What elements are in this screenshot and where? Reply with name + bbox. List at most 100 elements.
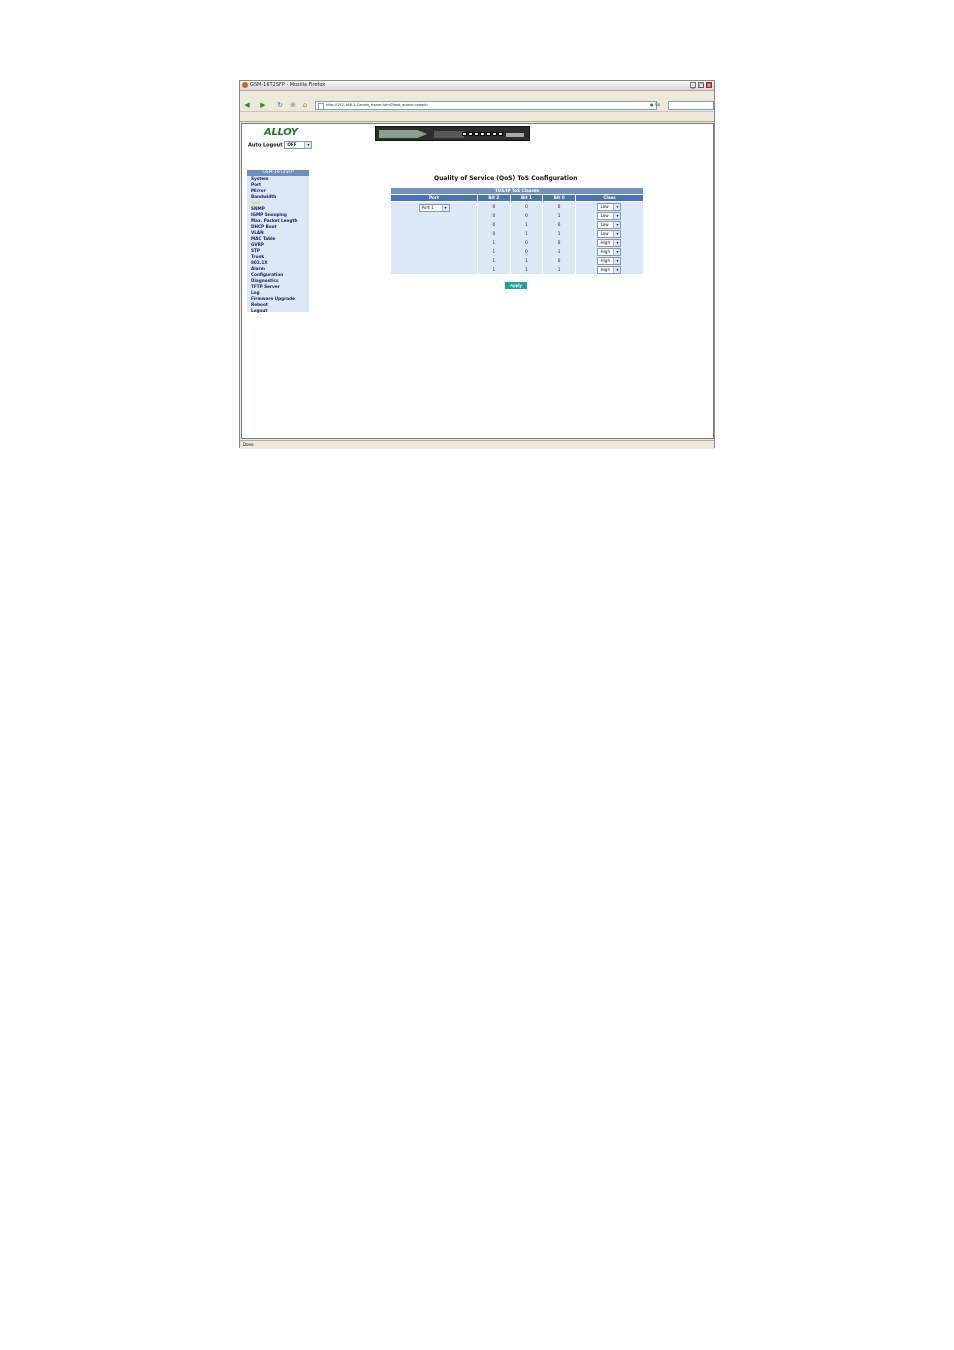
bit-cell: 0	[477, 201, 511, 211]
banner-port	[480, 132, 485, 136]
bit-cell: 1	[542, 229, 576, 238]
port-select-value: Port 1	[421, 205, 434, 210]
bit-cell: 0	[509, 211, 544, 220]
chevron-down-icon: ▾	[613, 213, 621, 219]
tos-table: TOS/IP ToS Classes Port Bit 2 Bit 1 Bit …	[390, 188, 645, 274]
chevron-down-icon: ▾	[613, 222, 621, 228]
chevron-down-icon: ▾	[613, 231, 621, 237]
reload-icon[interactable]: ↻	[276, 101, 284, 109]
class-select-value: High	[600, 249, 611, 254]
banner-port	[468, 132, 473, 136]
menu-bar: FileEditViewGoBookmarksToolsHelp	[240, 91, 714, 108]
search-input[interactable]	[668, 101, 714, 110]
col-bit0: Bit 0	[542, 194, 576, 202]
bit-cell: 0	[477, 229, 511, 238]
banner-port	[492, 132, 497, 136]
bit-cell: 1	[509, 220, 544, 229]
sidebar-item-logout[interactable]: Logout	[247, 308, 309, 314]
bit-cell: 1	[477, 238, 511, 247]
chevron-down-icon: ▾	[613, 249, 621, 255]
port-cell: Port 1 ▾	[390, 201, 478, 274]
class-select[interactable]: Low ▾	[597, 230, 622, 238]
url-text: http://192.168.1.1/main_frame.html?host_…	[326, 103, 428, 107]
class-cell: Low ▾	[574, 220, 645, 229]
chevron-down-icon: ▾	[613, 258, 621, 264]
bit-cell: 0	[542, 256, 576, 265]
close-button[interactable]: ×	[706, 82, 712, 89]
minimize-button[interactable]: _	[690, 82, 696, 89]
class-select-value: High	[600, 240, 611, 245]
class-select-value: Low	[600, 213, 609, 218]
class-cell: Low ▾	[574, 201, 645, 211]
class-select-value: Low	[600, 231, 609, 236]
banner-sfp-ports	[506, 133, 524, 137]
chevron-down-icon: ▾	[304, 142, 312, 148]
banner-port	[486, 132, 491, 136]
auto-logout: Auto Logout OFF ▾	[248, 141, 313, 149]
bit-cell: 1	[477, 256, 511, 265]
col-bit1: Bit 1	[509, 194, 544, 202]
stop-icon[interactable]: ⊗	[289, 101, 297, 109]
bit-cell: 1	[477, 247, 511, 256]
page-content: ALLOY Auto Logout OFF ▾ GSM-16T2SFP Syst…	[241, 123, 714, 439]
class-select-value: High	[600, 267, 611, 272]
chevron-down-icon: ▾	[613, 267, 621, 273]
switch-banner-image	[375, 126, 530, 141]
url-input[interactable]: http://192.168.1.1/main_frame.html?host_…	[315, 101, 657, 110]
page-icon	[318, 103, 324, 109]
bit-cell: 1	[509, 229, 544, 238]
bit-cell: 1	[477, 265, 511, 274]
bookmarks-toolbar: ● Getting Started ■ Latest Headlines	[240, 112, 714, 128]
bit-cell: 0	[477, 211, 511, 220]
banner-brand-plate	[379, 130, 427, 138]
window-title: GSM-16T2SFP - Mozilla Firefox	[250, 82, 326, 88]
forward-icon[interactable]: ▶	[259, 101, 267, 109]
class-select[interactable]: Low ▾	[597, 203, 622, 211]
maximize-button[interactable]: □	[698, 82, 704, 89]
title-bar: GSM-16T2SFP - Mozilla Firefox _ □ ×	[240, 81, 714, 91]
chevron-down-icon: ▾	[441, 205, 449, 211]
bit-cell: 0	[542, 220, 576, 229]
apply-button[interactable]: Apply	[505, 282, 527, 289]
bit-cell: 0	[542, 238, 576, 247]
bit-cell: 1	[509, 256, 544, 265]
banner-port	[474, 132, 479, 136]
class-select[interactable]: High ▾	[597, 266, 622, 274]
class-select[interactable]: High ▾	[597, 248, 622, 256]
class-cell: Low ▾	[574, 229, 645, 238]
bit-cell: 0	[509, 238, 544, 247]
go-arrow-icon: ●	[650, 102, 654, 107]
class-select[interactable]: Low ▾	[597, 221, 622, 229]
bit-cell: 1	[542, 211, 576, 220]
auto-logout-select[interactable]: OFF ▾	[284, 141, 313, 149]
class-select[interactable]: Low ▾	[597, 212, 622, 220]
class-select-value: High	[600, 258, 611, 263]
browser-window: GSM-16T2SFP - Mozilla Firefox _ □ × File…	[239, 80, 715, 449]
bit-cell: 0	[477, 220, 511, 229]
page-title: Quality of Service (QoS) ToS Configurati…	[434, 175, 578, 182]
chevron-down-icon: ▾	[613, 240, 621, 246]
status-bar: Done	[240, 440, 714, 449]
go-button[interactable]: ● Go	[650, 101, 660, 109]
chevron-down-icon: ▾	[613, 204, 621, 210]
class-select-value: Low	[600, 222, 609, 227]
banner-panel	[434, 131, 464, 138]
bit-cell: 0	[542, 201, 576, 211]
class-cell: High ▾	[574, 238, 645, 247]
sidebar: GSM-16T2SFP System Port Mirror Bandwidth QoS…	[247, 170, 309, 314]
bit-cell: 1	[542, 247, 576, 256]
auto-logout-value: OFF	[287, 142, 297, 147]
class-cell: High ▾	[574, 256, 645, 265]
bit-cell: 1	[509, 265, 544, 274]
class-select[interactable]: High ▾	[597, 257, 622, 265]
class-select[interactable]: High ▾	[597, 239, 622, 247]
col-port: Port	[390, 194, 478, 202]
col-class: Class	[574, 194, 645, 202]
port-select[interactable]: Port 1 ▾	[418, 204, 450, 212]
back-icon[interactable]: ◀	[243, 101, 251, 109]
auto-logout-label: Auto Logout	[248, 142, 283, 149]
navigation-toolbar: ◀ ▶ ↻ ⊗ ⌂ http://192.168.1.1/main_frame.…	[240, 99, 714, 112]
bit-cell: 0	[509, 247, 544, 256]
home-icon[interactable]: ⌂	[301, 101, 309, 109]
bit-cell: 0	[509, 201, 544, 211]
